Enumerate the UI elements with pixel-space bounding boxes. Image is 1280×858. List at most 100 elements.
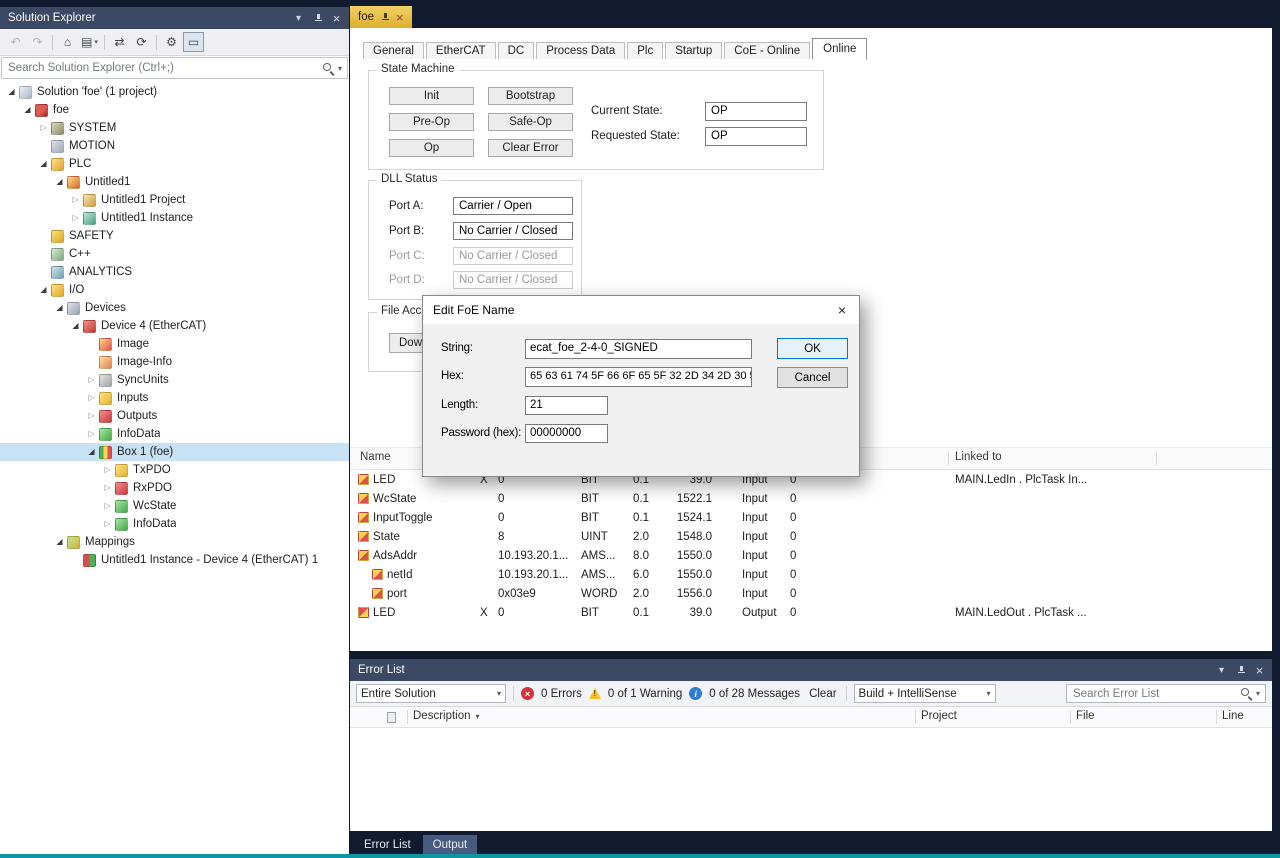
device-tab[interactable]: Plc bbox=[627, 42, 663, 59]
tree-item[interactable]: Device 4 (EtherCAT) bbox=[0, 317, 349, 335]
scope-filter-dropdown[interactable]: Entire Solution▾ bbox=[356, 684, 506, 703]
column-header-line[interactable]: Line bbox=[1222, 710, 1244, 722]
device-tab[interactable]: General bbox=[363, 42, 424, 59]
hex-input[interactable]: 65 63 61 74 5F 66 6F 65 5F 32 2D 34 2D 3… bbox=[525, 367, 752, 387]
tree-item[interactable]: C++ bbox=[0, 245, 349, 263]
expander-icon[interactable] bbox=[52, 178, 67, 186]
port-status-field[interactable]: Carrier / Open bbox=[453, 197, 573, 215]
tree-item[interactable]: Image bbox=[0, 335, 349, 353]
InputToggle[interactable]: InputToggle 0 BIT 0.1 1524.1 Input 0 bbox=[350, 508, 1272, 527]
tree-item[interactable]: TxPDO bbox=[0, 461, 349, 479]
column-header-name[interactable]: Name bbox=[360, 451, 391, 463]
column-header-description[interactable]: Description▾ bbox=[413, 710, 480, 722]
length-input[interactable]: 21 bbox=[525, 396, 608, 415]
state-button[interactable]: Clear Error bbox=[488, 139, 573, 157]
window-position-icon[interactable]: ▾ bbox=[290, 10, 307, 26]
port-status-field[interactable]: No Carrier / Closed bbox=[453, 247, 573, 265]
tree-item[interactable]: SYSTEM bbox=[0, 119, 349, 137]
pending-changes-icon[interactable]: ⇄ bbox=[109, 32, 130, 52]
tree-item[interactable]: I/O bbox=[0, 281, 349, 299]
port-status-field[interactable]: No Carrier / Closed bbox=[453, 222, 573, 240]
tree-item[interactable]: Devices bbox=[0, 299, 349, 317]
tree-item[interactable]: Untitled1 Project bbox=[0, 191, 349, 209]
column-header-file[interactable]: File bbox=[1076, 710, 1095, 722]
home-icon[interactable]: ⌂ bbox=[57, 32, 78, 52]
refresh-icon[interactable]: ⟳ bbox=[131, 32, 152, 52]
netId[interactable]: netId 10.193.20.1... AMS... 6.0 1550.0 I… bbox=[350, 565, 1272, 584]
tree-item[interactable]: Box 1 (foe) bbox=[0, 443, 349, 461]
pin-icon[interactable] bbox=[309, 10, 326, 26]
back-icon[interactable]: ↶ bbox=[5, 32, 26, 52]
expander-icon[interactable] bbox=[84, 448, 99, 456]
pin-icon[interactable] bbox=[380, 12, 390, 23]
clear-button[interactable]: Clear bbox=[807, 688, 838, 700]
device-tab[interactable]: Process Data bbox=[536, 42, 625, 59]
expander-icon[interactable] bbox=[36, 286, 51, 294]
column-header-project[interactable]: Project bbox=[921, 710, 957, 722]
expander-icon[interactable] bbox=[68, 322, 83, 330]
forward-icon[interactable]: ↷ bbox=[27, 32, 48, 52]
expander-icon[interactable] bbox=[36, 160, 51, 168]
device-tab[interactable]: EtherCAT bbox=[426, 42, 496, 59]
current-state-field[interactable]: OP bbox=[705, 102, 807, 121]
expander-icon[interactable] bbox=[84, 376, 99, 384]
column-separator[interactable] bbox=[948, 451, 949, 465]
string-input[interactable]: ecat_foe_2-4-0_SIGNED bbox=[525, 339, 752, 359]
cancel-button[interactable]: Cancel bbox=[777, 367, 848, 388]
tree-item[interactable]: Untitled1 bbox=[0, 173, 349, 191]
messages-count-button[interactable]: 0 of 28 Messages bbox=[709, 688, 800, 700]
tree-item[interactable]: RxPDO bbox=[0, 479, 349, 497]
close-icon[interactable]: × bbox=[825, 296, 859, 324]
properties-icon[interactable]: ⚙ bbox=[161, 32, 182, 52]
expander-icon[interactable] bbox=[100, 484, 115, 492]
toolbar-separator[interactable] bbox=[52, 35, 53, 50]
expander-icon[interactable] bbox=[100, 502, 115, 510]
tree-item[interactable]: Outputs bbox=[0, 407, 349, 425]
expander-icon[interactable] bbox=[84, 412, 99, 420]
chevron-down-icon[interactable]: ▾ bbox=[1253, 689, 1263, 698]
errors-count-button[interactable]: 0 Errors bbox=[541, 688, 582, 700]
tree-item[interactable]: Solution 'foe' (1 project) bbox=[0, 83, 349, 101]
WcState[interactable]: WcState 0 BIT 0.1 1522.1 Input 0 bbox=[350, 489, 1272, 508]
search-icon[interactable] bbox=[1240, 687, 1253, 700]
expander-icon[interactable] bbox=[84, 430, 99, 438]
dialog-titlebar[interactable]: Edit FoE Name × bbox=[423, 296, 859, 324]
category-filter-dropdown[interactable]: Build + IntelliSense▾ bbox=[854, 684, 996, 703]
device-tab[interactable]: CoE - Online bbox=[724, 42, 810, 59]
column-separator[interactable] bbox=[1156, 451, 1157, 465]
expander-icon[interactable] bbox=[68, 214, 83, 222]
tree-item[interactable]: MOTION bbox=[0, 137, 349, 155]
switch-views-icon[interactable]: ▤ bbox=[79, 32, 100, 52]
requested-state-field[interactable]: OP bbox=[705, 127, 807, 146]
panel-tab[interactable]: Output bbox=[423, 835, 478, 855]
toolbar-separator[interactable] bbox=[156, 35, 157, 50]
expander-icon[interactable] bbox=[100, 466, 115, 474]
tree-item[interactable]: ANALYTICS bbox=[0, 263, 349, 281]
device-tab[interactable]: DC bbox=[498, 42, 535, 59]
tree-item[interactable]: Mappings bbox=[0, 533, 349, 551]
expander-icon[interactable] bbox=[4, 88, 19, 96]
expander-icon[interactable] bbox=[52, 304, 67, 312]
toolbar-separator[interactable] bbox=[104, 35, 105, 50]
device-tab[interactable]: Startup bbox=[665, 42, 722, 59]
state-button[interactable]: Pre-Op bbox=[389, 113, 474, 131]
close-icon[interactable]: × bbox=[396, 11, 404, 24]
solution-explorer-titlebar[interactable]: Solution Explorer ▾ × bbox=[0, 7, 349, 29]
close-icon[interactable]: × bbox=[328, 10, 345, 26]
state-button[interactable]: Safe-Op bbox=[488, 113, 573, 131]
expander-icon[interactable] bbox=[68, 196, 83, 204]
tree-item[interactable]: InfoData bbox=[0, 515, 349, 533]
password-input[interactable]: 00000000 bbox=[525, 424, 608, 443]
state-button[interactable]: Bootstrap bbox=[488, 87, 573, 105]
document-tab-foe[interactable]: foe × bbox=[350, 6, 412, 28]
window-position-icon[interactable]: ▾ bbox=[1213, 662, 1230, 678]
state-button[interactable]: Op bbox=[389, 139, 474, 157]
ok-button[interactable]: OK bbox=[777, 338, 848, 359]
search-input[interactable]: Search Solution Explorer (Ctrl+;) ▾ bbox=[1, 57, 348, 79]
State[interactable]: State 8 UINT 2.0 1548.0 Input 0 bbox=[350, 527, 1272, 546]
tree-item[interactable]: SAFETY bbox=[0, 227, 349, 245]
expander-icon[interactable] bbox=[84, 394, 99, 402]
tree-item[interactable]: Image-Info bbox=[0, 353, 349, 371]
tree-item[interactable]: Untitled1 Instance bbox=[0, 209, 349, 227]
expander-icon[interactable] bbox=[100, 520, 115, 528]
